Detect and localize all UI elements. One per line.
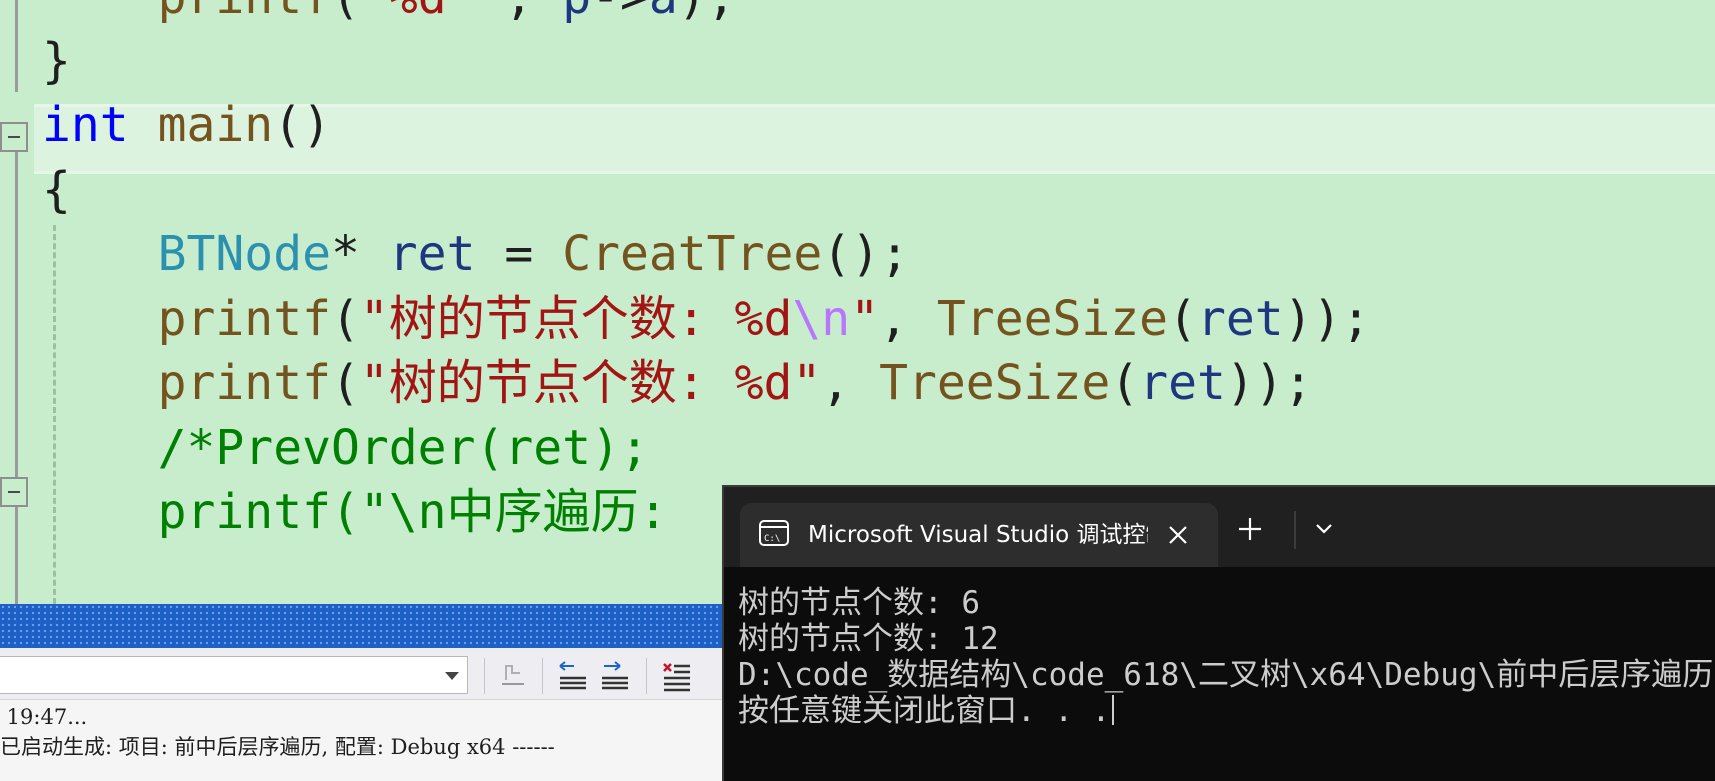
outline-bar-upper: [15, 0, 18, 92]
code-token: (: [1168, 291, 1197, 347]
output-toolbar: [0, 648, 725, 700]
code-token: a: [649, 0, 678, 25]
line-printf-size-newline[interactable]: printf("树的节点个数: %d\n", TreeSize(ret));: [42, 284, 1371, 354]
console-tab-title: Microsoft Visual Studio 调试控制台: [808, 522, 1148, 548]
line-open-brace[interactable]: {: [42, 155, 71, 225]
output-source-select[interactable]: [0, 656, 468, 694]
code-token: CreatTree: [562, 226, 823, 282]
code-token: "%d ": [360, 0, 505, 25]
line-main-signature[interactable]: int main(): [42, 90, 331, 160]
console-output[interactable]: 树的节点个数: 6 树的节点个数: 12 D:\code_数据结构\code_6…: [738, 585, 1715, 729]
toolbar-separator: [542, 658, 543, 694]
output-text[interactable]: 19:47... 已启动生成: 项目: 前中后层序遍历, 配置: Debug x…: [0, 700, 725, 781]
chevron-down-icon[interactable]: [1306, 511, 1342, 547]
toolbar-separator: [646, 658, 647, 694]
code-token: ));: [1225, 355, 1313, 411]
next-message-icon[interactable]: [598, 658, 632, 692]
code-token: ();: [822, 226, 909, 282]
code-token: \n: [792, 291, 851, 347]
code-token: printf: [158, 0, 331, 25]
chevron-down-icon: [445, 672, 459, 680]
outline-bar-lower: [15, 142, 18, 604]
line-comment-prevorder[interactable]: /*PrevOrder(ret);: [42, 413, 649, 483]
code-token: TreeSize: [879, 355, 1111, 411]
code-token: *: [330, 226, 389, 282]
console-line: 树的节点个数: 6: [738, 585, 980, 621]
code-token: }: [42, 33, 71, 89]
console-line: 树的节点个数: 12: [738, 621, 999, 657]
console-tab[interactable]: C:\ Microsoft Visual Studio 调试控制台: [740, 503, 1218, 567]
code-token: ret: [1196, 291, 1284, 347]
code-token: ,: [504, 0, 562, 25]
code-token: (): [273, 97, 331, 153]
code-token: );: [678, 0, 736, 25]
plus-icon[interactable]: [1230, 509, 1270, 549]
code-token: ,: [879, 291, 937, 347]
code-token: TreeSize: [936, 291, 1169, 347]
toolbar-separator: [484, 658, 485, 694]
code-token: {: [42, 162, 71, 218]
code-token: BTNode: [157, 226, 331, 282]
console-prompt-text: 按任意键关闭此窗口. . .: [738, 693, 1111, 729]
code-token: printf: [157, 291, 331, 347]
code-token: ));: [1283, 291, 1371, 347]
code-token: (: [330, 291, 360, 347]
line-printf-size[interactable]: printf("树的节点个数: %d", TreeSize(ret));: [42, 348, 1313, 418]
output-panel: 19:47... 已启动生成: 项目: 前中后层序遍历, 配置: Debug x…: [0, 604, 725, 781]
code-token: int: [42, 97, 129, 153]
close-icon[interactable]: [1162, 519, 1194, 551]
code-token: "树的节点个数: %d: [359, 291, 793, 347]
code-token: ret: [1139, 355, 1226, 411]
clear-all-icon[interactable]: [660, 658, 694, 692]
code-token: /*PrevOrder(ret);: [157, 420, 649, 476]
text-cursor: [1112, 695, 1115, 725]
code-token: p: [562, 0, 591, 25]
code-token: (: [1110, 355, 1140, 411]
console-line: D:\code_数据结构\code_618\二叉树\x64\Debug\前中后层…: [738, 657, 1715, 693]
previous-message-icon[interactable]: [556, 658, 590, 692]
code-token: =: [475, 226, 563, 282]
code-token: ,: [821, 355, 880, 411]
code-token: "树的节点个数: %d": [359, 355, 822, 411]
code-token: printf("\n中序遍历:: [157, 484, 697, 540]
code-token: ->: [591, 0, 649, 25]
code-token: (: [330, 355, 360, 411]
console-prompt-line: 按任意键关闭此窗口. . .: [738, 693, 1715, 729]
console-tabstrip: C:\ Microsoft Visual Studio 调试控制台: [724, 487, 1715, 567]
code-token: ": [850, 291, 880, 347]
code-token: printf: [157, 355, 331, 411]
output-line: 19:47...: [0, 705, 88, 729]
line-printf-fragment[interactable]: printf("%d ", p->a);: [42, 0, 736, 32]
debug-console-window[interactable]: C:\ Microsoft Visual Studio 调试控制台 树的节点个数…: [722, 485, 1715, 781]
output-line: 已启动生成: 项目: 前中后层序遍历, 配置: Debug x64 ------: [0, 735, 555, 759]
find-message-icon[interactable]: [496, 658, 530, 692]
code-token: main: [157, 97, 274, 153]
line-creat-tree[interactable]: BTNode* ret = CreatTree();: [42, 219, 909, 289]
collapse-comment-icon[interactable]: [0, 477, 28, 507]
collapse-main-icon[interactable]: [0, 122, 28, 152]
line-comment-printf[interactable]: printf("\n中序遍历:: [42, 477, 696, 547]
code-token: (: [331, 0, 360, 25]
svg-text:C:\: C:\: [764, 534, 780, 544]
output-panel-titlebar[interactable]: [0, 604, 725, 648]
console-app-icon: C:\: [759, 520, 789, 546]
code-token: ret: [388, 226, 476, 282]
tabstrip-separator: [1294, 511, 1296, 549]
line-close-brace[interactable]: }: [42, 26, 71, 96]
